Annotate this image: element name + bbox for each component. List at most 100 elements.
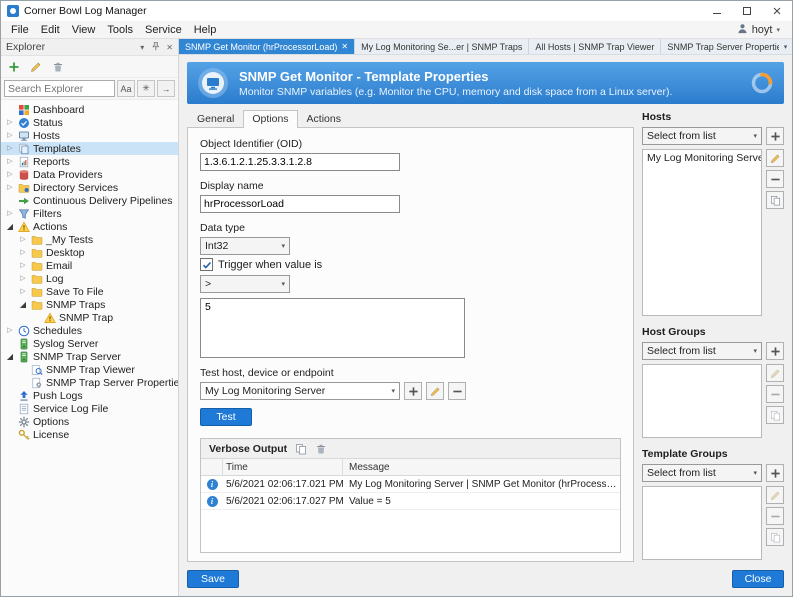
verbose-row[interactable]: i5/6/2021 02:06:17.027 PMValue = 5 <box>201 493 620 510</box>
search-go-button[interactable]: → <box>157 80 175 97</box>
tree-item-status[interactable]: ▷Status <box>1 116 178 129</box>
template-groups-list[interactable] <box>642 486 762 560</box>
menu-tools[interactable]: Tools <box>101 24 139 36</box>
tree-item-log[interactable]: ▷Log <box>1 272 178 285</box>
host-groups-select[interactable]: Select from list ▾ <box>642 342 762 360</box>
tab-options[interactable]: Options <box>243 110 297 128</box>
menu-view[interactable]: View <box>66 24 102 36</box>
chevron-expanded-icon[interactable]: ◢ <box>18 298 28 311</box>
add-template-group-button[interactable] <box>766 464 784 482</box>
time-column-header[interactable]: Time <box>223 459 343 475</box>
chevron-collapsed-icon[interactable]: ▷ <box>18 259 28 272</box>
tree-item-dashboard[interactable]: Dashboard <box>1 103 178 116</box>
doc-tab-snmp-get-monitor-hrprocessorload[interactable]: SNMP Get Monitor (hrProcessorLoad)✕ <box>179 39 355 54</box>
remove-template-group-button[interactable] <box>766 507 784 525</box>
panel-menu-chevron-icon[interactable]: ▾ <box>140 43 144 52</box>
chevron-collapsed-icon[interactable]: ▷ <box>5 129 15 142</box>
tree-item-directory-services[interactable]: ▷Directory Services <box>1 181 178 194</box>
chevron-collapsed-icon[interactable]: ▷ <box>5 181 15 194</box>
tree-item-save-to-file[interactable]: ▷Save To File <box>1 285 178 298</box>
add-host-group-button[interactable] <box>766 342 784 360</box>
close-dialog-button[interactable]: Close <box>732 570 784 588</box>
tree-item-syslog-server[interactable]: Syslog Server <box>1 337 178 350</box>
tree-item-hosts[interactable]: ▷Hosts <box>1 129 178 142</box>
tree-item-my-tests[interactable]: ▷_My Tests <box>1 233 178 246</box>
test-button[interactable]: Test <box>200 408 252 426</box>
tree-item-push-logs[interactable]: Push Logs <box>1 389 178 402</box>
tree-item-templates[interactable]: ▷Templates <box>1 142 178 155</box>
chevron-collapsed-icon[interactable]: ▷ <box>5 142 15 155</box>
data-type-select[interactable]: Int32 ▾ <box>200 237 290 255</box>
copy-host-button[interactable] <box>766 191 784 209</box>
doc-tab-snmp-trap-server-properties[interactable]: SNMP Trap Server Properties <box>661 39 792 54</box>
doc-tab-my-log-monitoring-se-er-snmp-traps[interactable]: My Log Monitoring Se...er | SNMP Traps <box>355 39 529 54</box>
threshold-input[interactable]: 5 <box>200 298 465 358</box>
list-item[interactable]: My Log Monitoring Server <box>643 150 761 166</box>
delete-button[interactable] <box>48 58 68 76</box>
verbose-row[interactable]: i5/6/2021 02:06:17.021 PMMy Log Monitori… <box>201 476 620 493</box>
tree-item-actions[interactable]: ◢Actions <box>1 220 178 233</box>
chevron-expanded-icon[interactable]: ◢ <box>5 220 15 233</box>
tree-item-snmp-trap-viewer[interactable]: SNMP Trap Viewer <box>1 363 178 376</box>
edit-button[interactable] <box>26 58 46 76</box>
chevron-collapsed-icon[interactable]: ▷ <box>18 285 28 298</box>
message-column-header[interactable]: Message <box>343 462 620 473</box>
pin-icon[interactable] <box>150 41 160 54</box>
copy-host-group-button[interactable] <box>766 406 784 424</box>
doc-tab-all-hosts-snmp-trap-viewer[interactable]: All Hosts | SNMP Trap Viewer <box>529 39 661 54</box>
chevron-collapsed-icon[interactable]: ▷ <box>18 246 28 259</box>
add-test-host-button[interactable] <box>404 382 422 400</box>
search-input[interactable] <box>4 80 115 97</box>
tree-item-filters[interactable]: ▷Filters <box>1 207 178 220</box>
oid-input[interactable] <box>200 153 400 171</box>
edit-host-group-button[interactable] <box>766 364 784 382</box>
chevron-collapsed-icon[interactable]: ▷ <box>5 155 15 168</box>
tree-item-desktop[interactable]: ▷Desktop <box>1 246 178 259</box>
chevron-collapsed-icon[interactable]: ▷ <box>5 168 15 181</box>
tab-actions[interactable]: Actions <box>298 110 350 128</box>
remove-test-host-button[interactable] <box>448 382 466 400</box>
hosts-list[interactable]: My Log Monitoring Server <box>642 149 762 316</box>
tree-item-snmp-traps[interactable]: ◢SNMP Traps <box>1 298 178 311</box>
test-host-select[interactable]: My Log Monitoring Server ▾ <box>200 382 400 400</box>
tab-general[interactable]: General <box>188 110 243 128</box>
trigger-checkbox[interactable] <box>200 258 213 271</box>
template-groups-select[interactable]: Select from list ▾ <box>642 464 762 482</box>
chevron-collapsed-icon[interactable]: ▷ <box>5 207 15 220</box>
comparison-select[interactable]: > ▾ <box>200 275 290 293</box>
display-name-input[interactable] <box>200 195 400 213</box>
edit-test-host-button[interactable] <box>426 382 444 400</box>
edit-host-button[interactable] <box>766 149 784 167</box>
tree-item-snmp-trap-server[interactable]: ◢SNMP Trap Server <box>1 350 178 363</box>
chevron-collapsed-icon[interactable]: ▷ <box>18 233 28 246</box>
match-case-button[interactable]: Aa <box>117 80 135 97</box>
copy-template-group-button[interactable] <box>766 528 784 546</box>
hosts-select[interactable]: Select from list ▾ <box>642 127 762 145</box>
menu-edit[interactable]: Edit <box>35 24 66 36</box>
tree-item-license[interactable]: License <box>1 428 178 441</box>
menu-help[interactable]: Help <box>188 24 223 36</box>
tree-item-snmp-trap[interactable]: SNMP Trap <box>1 311 178 324</box>
wildcard-button[interactable]: ✳ <box>137 80 155 97</box>
close-panel-icon[interactable]: ✕ <box>166 43 173 52</box>
edit-template-group-button[interactable] <box>766 486 784 504</box>
tree-item-reports[interactable]: ▷Reports <box>1 155 178 168</box>
tab-overflow-chevron-icon[interactable]: ▾ <box>779 39 792 54</box>
tree-item-schedules[interactable]: ▷Schedules <box>1 324 178 337</box>
chevron-collapsed-icon[interactable]: ▷ <box>18 272 28 285</box>
tree-item-data-providers[interactable]: ▷Data Providers <box>1 168 178 181</box>
maximize-button[interactable] <box>732 1 762 21</box>
tree-item-email[interactable]: ▷Email <box>1 259 178 272</box>
remove-host-button[interactable] <box>766 170 784 188</box>
chevron-expanded-icon[interactable]: ◢ <box>5 350 15 363</box>
chevron-collapsed-icon[interactable]: ▷ <box>5 324 15 337</box>
remove-host-group-button[interactable] <box>766 385 784 403</box>
add-host-button[interactable] <box>766 127 784 145</box>
copy-icon[interactable] <box>295 443 307 455</box>
close-button[interactable] <box>762 1 792 21</box>
tree-item-options[interactable]: Options <box>1 415 178 428</box>
user-menu[interactable]: hoyt ▾ <box>737 23 788 37</box>
tree-item-service-log-file[interactable]: Service Log File <box>1 402 178 415</box>
close-tab-icon[interactable]: ✕ <box>341 43 348 51</box>
menu-file[interactable]: File <box>5 24 35 36</box>
